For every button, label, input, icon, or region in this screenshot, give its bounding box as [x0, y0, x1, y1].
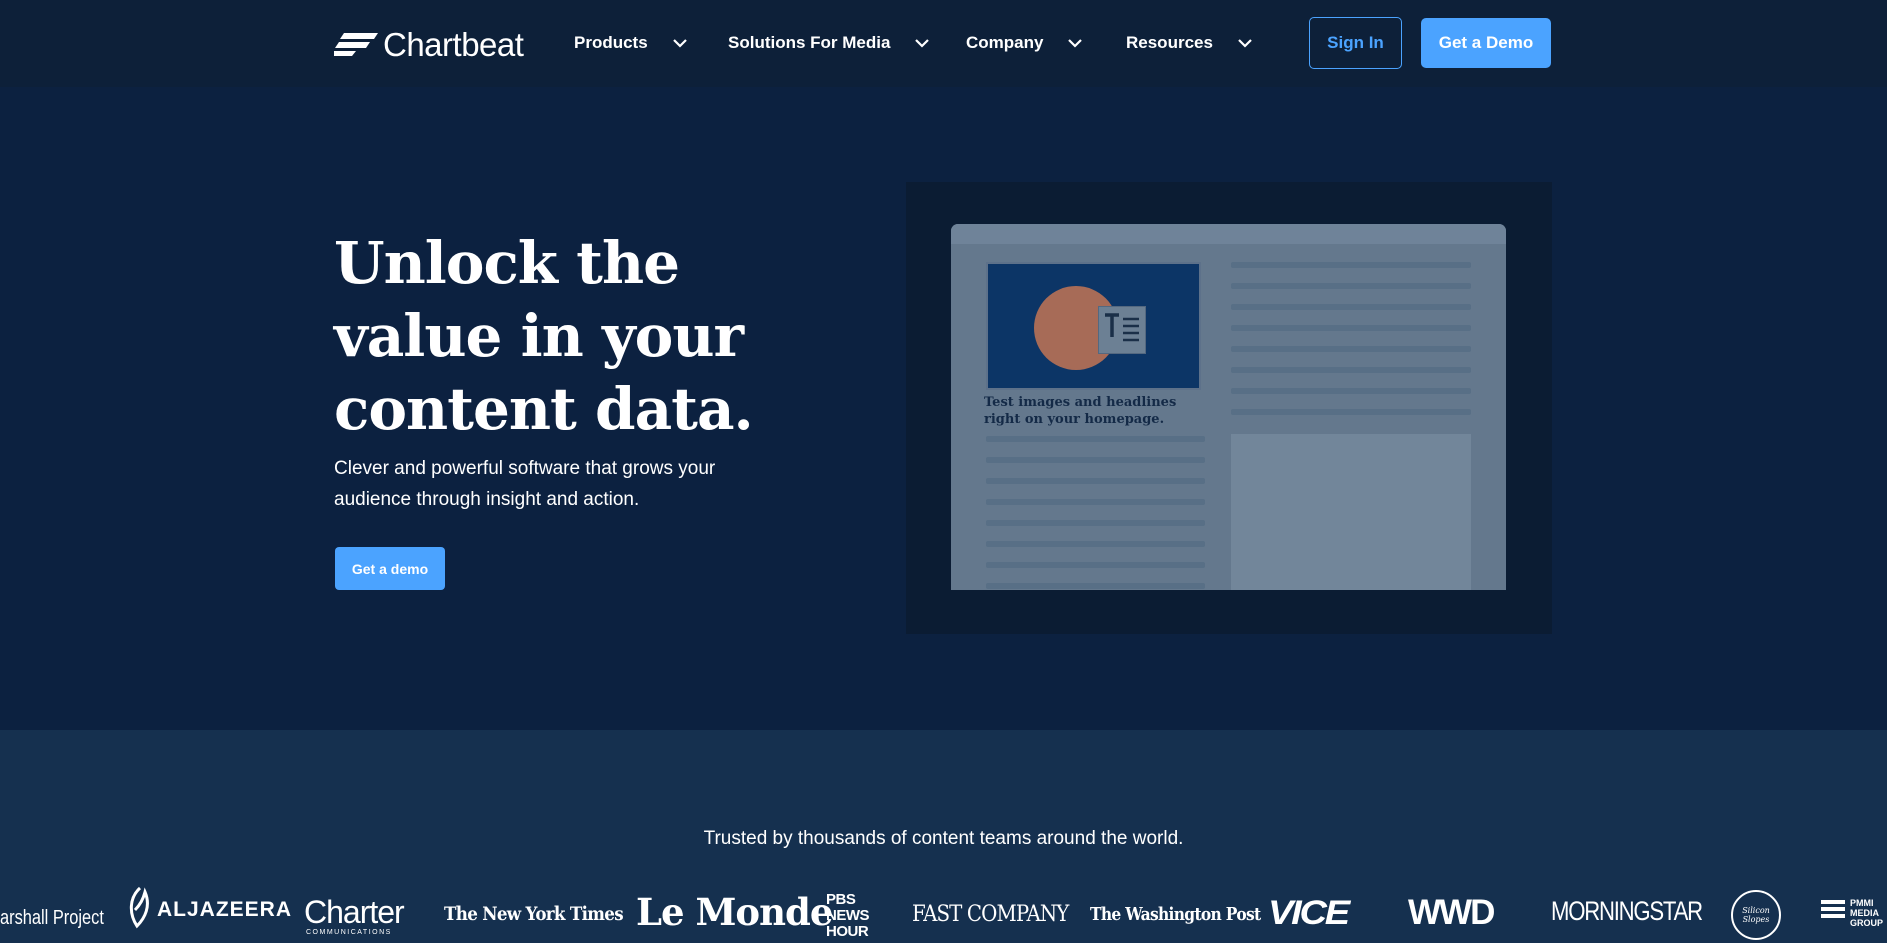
brand-logo-pmmi-media-group: PMMI MEDIA GROUP [1820, 898, 1887, 928]
chartbeat-logo[interactable]: Chartbeat [334, 25, 524, 63]
brand-logo-fast-company: FAST COMPANY [912, 902, 1069, 927]
menu-resources[interactable]: Resources [1126, 30, 1253, 56]
menu-label: Products [574, 33, 648, 52]
mockup-text-line [1231, 388, 1471, 394]
hero-title: Unlock the value in your content data. [334, 229, 754, 443]
mockup-text-line [1231, 367, 1471, 373]
mockup-text-line [986, 562, 1205, 568]
brand-subtitle: COMMUNICATIONS [306, 929, 392, 936]
brand-name: ALJAZEERA [157, 897, 293, 921]
brand-logo-le-monde: Le Monde [636, 890, 833, 934]
aljazeera-emblem-icon [129, 886, 149, 929]
brand-logo-morningstar: MORNINGSTAR [1551, 896, 1703, 926]
text-document-icon [1098, 306, 1146, 354]
menu-company[interactable]: Company [966, 30, 1083, 56]
brand-name: Silicon Slopes [1742, 906, 1770, 924]
mockup-text-line [986, 457, 1205, 463]
sign-in-button[interactable]: Sign In [1309, 17, 1402, 69]
brand-logo-vice: VICE [1268, 894, 1350, 932]
brand-logo-charter: Charter COMMUNICATIONS [304, 894, 405, 936]
menu-label: Resources [1126, 33, 1213, 52]
hero-section: Unlock the value in your content data. C… [0, 87, 1887, 730]
mockup-text-line [986, 478, 1205, 484]
mockup-text-line [1231, 325, 1471, 331]
logo-wordmark: Chartbeat [383, 25, 524, 63]
chevron-down-icon [672, 39, 687, 48]
mockup-text-line [986, 541, 1205, 547]
mockup-headline: Test images and headlines right on your … [984, 395, 1177, 427]
menu-solutions-for-media[interactable]: Solutions For Media [728, 30, 930, 56]
mockup-image [986, 262, 1201, 390]
brand-logo-marshall-project: arshall Project [0, 907, 104, 929]
brand-name: Charter [304, 894, 405, 930]
mockup-text-line [986, 520, 1205, 526]
chartbeat-logo-icon [334, 33, 378, 56]
mockup-text-line [1231, 283, 1471, 289]
mockup-text-line [1231, 262, 1471, 268]
brand-logo-new-york-times: The New York Times [444, 903, 624, 925]
homepage-mockup: Test images and headlines right on your … [951, 224, 1506, 590]
chevron-down-icon [915, 39, 930, 48]
menu-label: Solutions For Media [728, 33, 891, 52]
hero-get-a-demo-button[interactable]: Get a demo [335, 547, 445, 590]
pmmi-emblem-icon [1821, 900, 1845, 918]
mockup-side-block [1231, 434, 1471, 590]
trusted-by-section: Trusted by thousands of content teams ar… [0, 730, 1887, 943]
hero-subtitle: Clever and powerful software that grows … [334, 458, 716, 510]
brand-name: PMMI MEDIA GROUP [1850, 898, 1884, 928]
brand-logo-pbs-newshour: PBS NEWS HOUR [826, 891, 870, 940]
mockup-text-line [986, 436, 1205, 442]
brand-logo-wwd: WWD [1408, 893, 1495, 932]
mockup-text-line [1231, 304, 1471, 310]
brand-logo-washington-post: The Washington Post [1090, 904, 1261, 925]
mockup-topbar [951, 224, 1506, 244]
top-navigation: Chartbeat Products Solutions For Media C… [0, 0, 1887, 87]
chevron-down-icon [1068, 39, 1083, 48]
chevron-down-icon [1238, 39, 1252, 48]
trusted-title: Trusted by thousands of content teams ar… [703, 828, 1184, 849]
menu-products[interactable]: Products [574, 30, 688, 56]
brand-logo-aljazeera: ALJAZEERA [125, 886, 292, 932]
get-a-demo-button[interactable]: Get a Demo [1421, 18, 1551, 68]
mockup-text-line [1231, 346, 1471, 352]
mockup-text-line [986, 583, 1205, 589]
mockup-text-line [986, 499, 1205, 505]
mockup-text-line [1231, 409, 1471, 415]
brand-logo-silicon-slopes: Silicon Slopes [1731, 890, 1781, 940]
menu-label: Company [966, 33, 1044, 52]
